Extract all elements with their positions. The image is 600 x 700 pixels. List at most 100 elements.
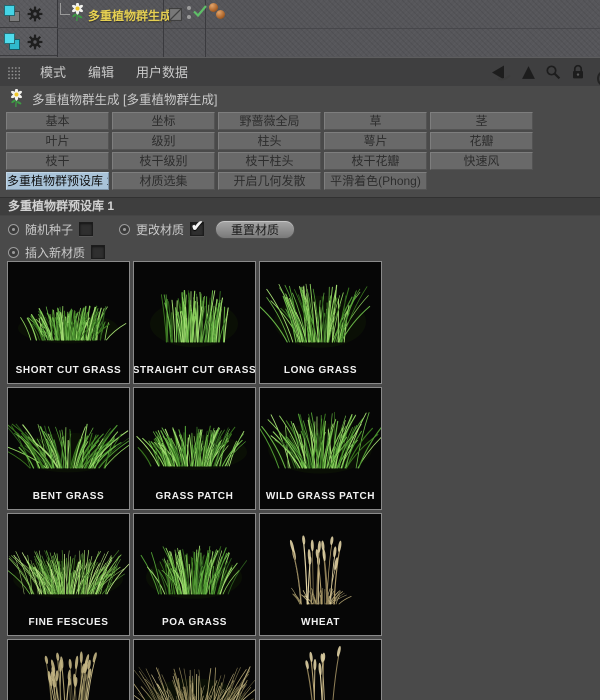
control-insert-material: 插入新材质	[8, 244, 106, 261]
attribute-tabs: 基本 坐标 野蔷薇全局草茎叶片 级别 柱头 萼片 花瓣 枝干 枝干级别 枝干柱头 枝干花瓣 快速风 多重…	[0, 112, 600, 192]
preset-tile-2[interactable]: STRAIGHT CUT GRASS	[133, 261, 256, 384]
grass-thumbnail	[150, 290, 238, 348]
tab-r1-c2[interactable]: 坐标	[112, 112, 215, 130]
tab-r1-c5[interactable]: 茎	[430, 112, 533, 130]
preset-label: SHORT CUT GRASS	[15, 364, 122, 376]
tab-r3-c2[interactable]: 枝干级别	[112, 152, 215, 170]
control-label: 更改材质	[136, 222, 185, 237]
grass-thumbnail	[260, 411, 381, 474]
preset-tile-3[interactable]: LONG GRASS	[259, 261, 382, 384]
preset-label: STRAIGHT CUT GRASS	[133, 364, 256, 376]
layer-squares-icon	[3, 31, 24, 53]
grass-thumbnail	[44, 651, 97, 700]
controls-row-1: 随机种子 更改材质	[8, 217, 205, 238]
preset-label: WHEAT	[301, 616, 340, 628]
controls-row-2: 插入新材质	[8, 243, 106, 261]
object-row-icons-2[interactable]	[0, 28, 57, 56]
tab-r3-c1[interactable]: 枝干	[6, 152, 109, 170]
layer-squares-icon	[3, 3, 24, 25]
row-divider	[57, 28, 600, 29]
animation-dot-icon[interactable]	[119, 223, 131, 235]
control-random-seed: 随机种子	[8, 221, 94, 238]
daisy-flower-icon	[72, 3, 83, 22]
preset-label: POA GRASS	[161, 616, 228, 628]
random-seed-checkbox[interactable]	[79, 222, 94, 236]
grass-thumbnail	[18, 305, 127, 344]
animation-dot-icon[interactable]	[8, 223, 19, 235]
material-tag-icons[interactable]	[209, 3, 229, 23]
preset-label: WILD GRASS PATCH	[265, 490, 376, 502]
section-header[interactable]: 多重植物群预设库 1	[0, 197, 600, 216]
tab-r1-c1[interactable]: 基本	[6, 112, 109, 130]
insert-new-material-checkbox[interactable]	[91, 245, 106, 259]
daisy-flower-icon	[11, 88, 22, 107]
animation-dot-icon[interactable]	[8, 246, 19, 258]
search-icon[interactable]	[545, 64, 561, 80]
preset-tile-7[interactable]: FINE FESCUES	[7, 513, 130, 636]
preset-tile-8[interactable]: POA GRASS	[133, 513, 256, 636]
grass-thumbnail	[140, 545, 248, 599]
tab-r4-c3[interactable]: 开启几何发散	[218, 172, 321, 190]
enabled-check-icon[interactable]	[193, 5, 207, 18]
tab-r2-c4[interactable]: 萼片	[324, 132, 427, 150]
tab-row-2: 叶片 级别 柱头 萼片 花瓣	[0, 132, 600, 150]
material-tag-icon[interactable]	[216, 10, 225, 19]
tab-r4-c1[interactable]: 多重植物群预设库 1	[6, 172, 109, 190]
tab-r2-c1[interactable]: 叶片	[6, 132, 109, 150]
object-name[interactable]: 多重植物群生成	[88, 7, 172, 24]
preset-tile-4[interactable]: BENT GRASS	[7, 387, 130, 510]
object-manager-panel: 多重植物群生成	[0, 0, 600, 58]
control-change-material: 更改材质	[119, 217, 205, 238]
control-label: 插入新材质	[25, 245, 86, 260]
preset-tile-5[interactable]: GRASS PATCH	[133, 387, 256, 510]
tab-r2-c5[interactable]: 花瓣	[430, 132, 533, 150]
reset-material-button[interactable]: 重置材质	[215, 220, 296, 239]
grass-thumbnail	[8, 549, 129, 599]
visibility-dots[interactable]	[186, 5, 192, 23]
grass-thumbnail	[8, 423, 129, 473]
tab-r1-c3[interactable]: 野蔷薇全局	[218, 112, 321, 130]
preset-tile-10[interactable]	[7, 639, 130, 700]
palette-handle-icon[interactable]	[7, 66, 20, 79]
menubar-right-icons	[488, 64, 600, 87]
tab-row-4: 多重植物群预设库 1 材质选集 开启几何发散 平滑着色(Phong)	[0, 172, 600, 190]
change-material-checkbox[interactable]	[190, 217, 205, 236]
gear-icon[interactable]	[27, 34, 43, 50]
grass-thumbnail	[260, 283, 371, 348]
tab-r4-c2[interactable]: 材质选集	[112, 172, 215, 190]
preset-label: GRASS PATCH	[155, 490, 234, 502]
tab-r3-c3[interactable]: 枝干柱头	[218, 152, 321, 170]
preset-label: BENT GRASS	[32, 490, 105, 502]
menu-userdata[interactable]: 用户数据	[125, 59, 199, 86]
attribute-object-title: 多重植物群生成 [多重植物群生成]	[32, 92, 218, 107]
grass-thumbnail	[289, 535, 352, 605]
up-arrow-icon[interactable]	[521, 65, 536, 80]
preset-label: LONG GRASS	[283, 364, 358, 376]
menu-mode[interactable]: 模式	[29, 59, 77, 86]
grass-thumbnail	[134, 666, 255, 700]
preset-tile-11[interactable]	[133, 639, 256, 700]
tab-r4-c4[interactable]: 平滑着色(Phong)	[324, 172, 427, 190]
tab-row-1: 基本 坐标 野蔷薇全局草茎	[0, 112, 600, 130]
object-row-icons-1[interactable]	[0, 0, 57, 28]
tab-r1-c4[interactable]: 草	[324, 112, 427, 130]
tab-r2-c3[interactable]: 柱头	[218, 132, 321, 150]
preset-tile-1[interactable]: SHORT CUT GRASS	[7, 261, 130, 384]
tab-r3-c4[interactable]: 枝干花瓣	[324, 152, 427, 170]
lock-icon[interactable]	[570, 64, 586, 80]
history-back-icon[interactable]	[488, 64, 512, 81]
tab-r2-c2[interactable]: 级别	[112, 132, 215, 150]
grass-thumbnail	[305, 645, 341, 700]
preset-tile-6[interactable]: WILD GRASS PATCH	[259, 387, 382, 510]
control-label: 随机种子	[25, 222, 74, 237]
app-window: 多重植物群生成 模式 编辑 用户数据 多重植物群生成 [多重植物群生成] 基本 …	[0, 0, 600, 700]
preset-tile-9[interactable]: WHEAT	[259, 513, 382, 636]
attribute-title-row: 多重植物群生成 [多重植物群生成]	[0, 85, 600, 111]
tab-r3-c5[interactable]: 快速风	[430, 152, 533, 170]
preset-tile-12[interactable]	[259, 639, 382, 700]
gear-icon[interactable]	[27, 6, 43, 22]
menu-edit[interactable]: 编辑	[77, 59, 125, 86]
preset-grid: SHORT CUT GRASS STRAIGHT CUT GRASS LONG GR…	[7, 261, 382, 700]
texture-off-icon[interactable]	[169, 8, 182, 21]
grass-thumbnail	[136, 425, 247, 470]
